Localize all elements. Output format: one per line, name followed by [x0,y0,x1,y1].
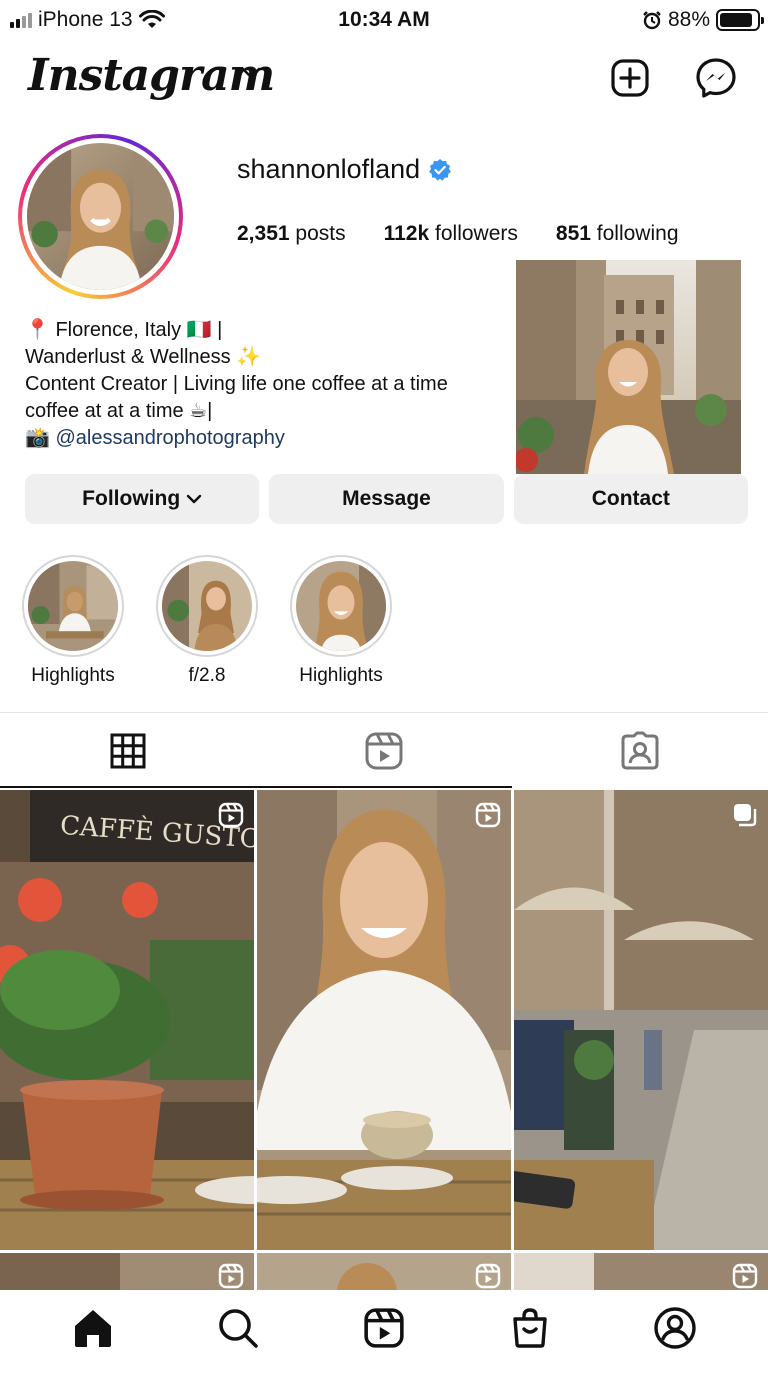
tagged-icon [621,731,659,770]
following-button[interactable]: Following [25,474,260,524]
grid-post[interactable] [514,790,768,1250]
bio-credit: 📸 @alessandrophotography [25,425,520,452]
bottom-nav [0,1290,768,1376]
reel-badge-icon [732,1263,758,1289]
messenger-icon [696,58,736,98]
highlight-item[interactable]: Highlights [22,555,124,687]
highlight-label: Highlights [31,665,115,686]
profile-tabs [0,713,768,789]
highlight-thumbnail [28,561,118,651]
messenger-button[interactable] [694,56,738,100]
reel-badge-icon [475,802,501,828]
profile-stats: 2,351 posts 112k followers 851 following [237,222,679,246]
tab-posts-grid[interactable] [0,713,256,789]
chevron-down-icon [186,494,202,504]
contact-label: Contact [591,487,670,510]
highlight-item[interactable]: f/2.8 [156,555,258,687]
nav-reels[interactable] [354,1298,414,1358]
new-post-button[interactable] [608,56,652,100]
featured-photo-image [516,260,741,474]
battery-icon [716,9,764,31]
grid-post[interactable] [257,790,511,1250]
featured-photo[interactable] [516,260,741,474]
chevron-down-icon[interactable] [240,66,262,80]
verified-badge-icon [429,158,452,181]
status-bar: iPhone 13 10:34 AM 88% [0,0,768,40]
highlight-item[interactable]: Highlights [290,555,392,687]
posts-count[interactable]: 2,351 posts [237,222,346,246]
profile-actions: Following Message Contact [25,474,748,524]
profile-bio: 📍 Florence, Italy 🇮🇹 | Wanderlust & Well… [25,317,520,452]
reels-icon [364,1308,404,1348]
message-button[interactable]: Message [269,474,504,524]
username-row: shannonlofland [237,154,452,185]
bio-location: 📍 Florence, Italy 🇮🇹 | [25,319,223,341]
bio-tagline: Wanderlust & Wellness ✨ [25,346,262,368]
battery-percent: 88% [667,8,710,31]
posts-grid: CAFFÈ GUSTO [0,790,768,1300]
followers-count[interactable]: 112k followers [384,222,518,246]
active-tab-indicator [0,786,512,788]
story-highlights: Highlights f/2.8 Highlights [22,555,392,687]
post-thumbnail [257,790,511,1250]
grid-icon [110,733,146,769]
message-label: Message [342,487,431,510]
post-thumbnail: CAFFÈ GUSTO [0,790,254,1250]
shop-icon [512,1308,547,1348]
following-count[interactable]: 851 following [556,222,679,246]
post-thumbnail [514,790,768,1250]
highlight-thumbnail [296,561,386,651]
app-header: Instagram [0,44,768,114]
profile-avatar[interactable] [18,134,183,299]
highlight-label: f/2.8 [188,665,226,686]
search-icon [219,1309,259,1348]
bio-description: Content Creator | Living life one coffee… [25,373,448,395]
carousel-badge-icon [734,804,757,827]
nav-search[interactable] [208,1298,268,1358]
nav-profile[interactable] [645,1298,705,1358]
status-right: 88% [642,8,764,32]
new-post-icon [611,59,649,97]
reel-badge-icon [218,802,244,828]
alarm-icon [643,11,661,30]
profile-username: shannonlofland [237,154,421,184]
reels-icon [365,732,403,770]
reel-badge-icon [218,1263,244,1289]
reel-badge-icon [475,1263,501,1289]
contact-button[interactable]: Contact [513,474,748,524]
avatar-photo [27,143,174,290]
bio-description-cont: coffee at at a time ☕| [25,400,213,422]
grid-post[interactable]: CAFFÈ GUSTO [0,790,254,1250]
highlight-thumbnail [162,561,252,651]
tab-reels[interactable] [256,713,512,789]
photographer-link[interactable]: @alessandrophotography [55,427,284,449]
instagram-logo[interactable]: Instagram [28,50,275,101]
tab-tagged[interactable] [512,713,768,789]
following-label: Following [82,487,181,510]
profile-icon [654,1307,696,1349]
camera-icon: 📸 [25,427,50,449]
nav-home[interactable] [63,1298,123,1358]
nav-shop[interactable] [500,1298,560,1358]
home-icon [74,1310,111,1347]
highlight-label: Highlights [299,665,383,686]
